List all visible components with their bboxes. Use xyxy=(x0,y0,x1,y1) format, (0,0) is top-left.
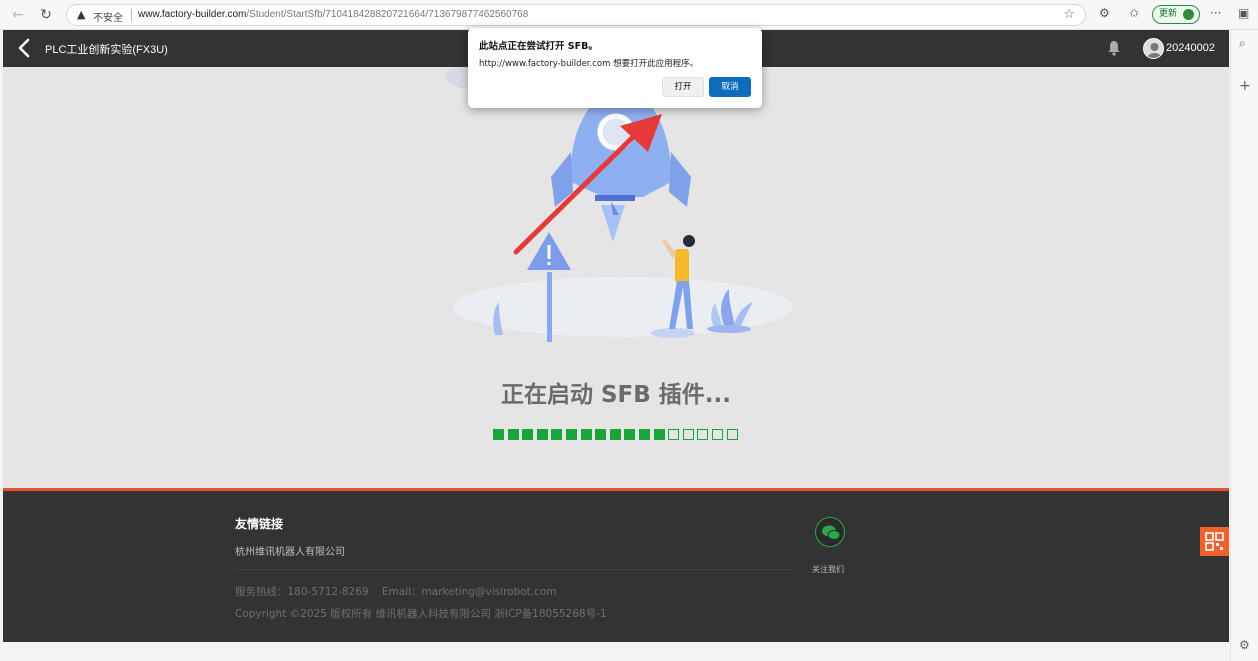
browser-sidebar: ⌕ + ⚙ xyxy=(1230,30,1258,661)
progress-square-empty xyxy=(726,429,738,440)
progress-square-empty xyxy=(697,429,709,440)
copyright-text: Copyright ©2025 版权所有 维讯机器人科技有限公司 浙ICP备18… xyxy=(235,608,607,620)
progress-square-filled xyxy=(639,429,650,440)
address-separator xyxy=(131,9,132,22)
progress-square-empty xyxy=(712,429,723,440)
open-app-dialog: 此站点正在尝试打开 SFB。 http://www.factory-builde… xyxy=(468,28,762,108)
favorite-star-icon[interactable]: ☆ xyxy=(1063,7,1075,22)
back-arrow-icon[interactable] xyxy=(15,37,35,59)
progress-bar xyxy=(493,429,741,443)
sidebar-add-icon[interactable]: + xyxy=(1239,78,1251,94)
friendly-links-title: 友情链接 xyxy=(235,517,284,531)
rocket-illustration xyxy=(445,67,793,342)
progress-square-filled xyxy=(566,429,577,440)
footer-divider xyxy=(235,569,793,570)
qr-code-button[interactable] xyxy=(1200,527,1229,556)
progress-square-filled xyxy=(580,429,592,440)
dialog-cancel-button[interactable]: 取消 xyxy=(709,77,751,97)
user-avatar[interactable] xyxy=(1143,38,1164,59)
sidebar-search-icon[interactable]: ⌕ xyxy=(1239,36,1246,51)
progress-square-filled xyxy=(595,429,607,440)
update-button[interactable]: 更新 xyxy=(1152,5,1200,24)
security-label: 不安全 xyxy=(93,13,123,24)
more-menu-icon[interactable]: ··· xyxy=(1210,6,1221,20)
web-page: PLC工业创新实验(FX3U) 20240002 正在启动 SFB 插件... … xyxy=(3,30,1229,642)
browser-status-bar xyxy=(0,642,1230,661)
loading-message: 正在启动 SFB 插件... xyxy=(500,382,732,408)
url-host: www.factory-builder.com xyxy=(138,9,247,20)
favorites-icon[interactable]: ✩ xyxy=(1129,6,1139,20)
email-text: Email：marketing@visirobot.com xyxy=(381,586,557,598)
update-label: 更新 xyxy=(1159,9,1178,19)
progress-square-filled xyxy=(653,429,665,440)
follow-us-label: 关注我们 xyxy=(812,565,844,574)
progress-square-filled xyxy=(507,429,519,440)
dialog-title: 此站点正在尝试打开 SFB。 xyxy=(479,41,598,52)
progress-square-empty xyxy=(668,429,680,440)
page-footer: 友情链接 杭州维讯机器人有限公司 服务热线：180-5712-8269 Emai… xyxy=(3,488,1229,642)
dialog-message: http://www.factory-builder.com 想要打开此应用程序… xyxy=(479,59,699,69)
browser-back-icon[interactable]: ← xyxy=(8,5,28,25)
hotline-text: 服务热线：180-5712-8269 xyxy=(235,586,369,598)
url-path: /Student/StartSfb/710418428820721664/713… xyxy=(246,9,529,20)
address-url[interactable]: www.factory-builder.com/Student/StartSfb… xyxy=(138,9,528,20)
warning-icon: ▲ xyxy=(77,8,86,21)
avatar-icon xyxy=(1147,43,1162,58)
progress-square-filled xyxy=(522,429,534,440)
sidebar-settings-icon[interactable]: ⚙ xyxy=(1239,638,1250,652)
wechat-icon[interactable] xyxy=(815,517,845,547)
progress-square-filled xyxy=(624,429,636,440)
wechat-logo-icon xyxy=(822,525,841,540)
progress-square-empty xyxy=(682,429,694,440)
dialog-open-button[interactable]: 打开 xyxy=(662,77,704,97)
notification-bell-icon[interactable] xyxy=(1107,40,1121,56)
browser-toolbar: ← ↻ ▲ 不安全 www.factory-builder.com/Studen… xyxy=(0,0,1258,30)
extensions-icon[interactable]: ⚙ xyxy=(1099,6,1110,20)
company-link[interactable]: 杭州维讯机器人有限公司 xyxy=(235,543,345,558)
progress-square-filled xyxy=(551,429,563,440)
page-title: PLC工业创新实验(FX3U) xyxy=(45,44,168,56)
main-content: 正在启动 SFB 插件... xyxy=(3,67,1229,488)
progress-square-filled xyxy=(609,429,621,440)
progress-square-filled xyxy=(493,429,504,440)
address-bar[interactable]: ▲ 不安全 www.factory-builder.com/Student/St… xyxy=(66,4,1086,26)
progress-square-filled xyxy=(536,429,548,440)
profile-icon xyxy=(1183,9,1194,20)
qr-code-icon xyxy=(1205,532,1224,551)
footer-contact: 服务热线：180-5712-8269 Email：marketing@visir… xyxy=(235,584,557,599)
browser-refresh-icon[interactable]: ↻ xyxy=(36,5,56,25)
sidebar-toggle-icon[interactable]: ▣ xyxy=(1238,6,1249,20)
user-id[interactable]: 20240002 xyxy=(1166,42,1215,54)
